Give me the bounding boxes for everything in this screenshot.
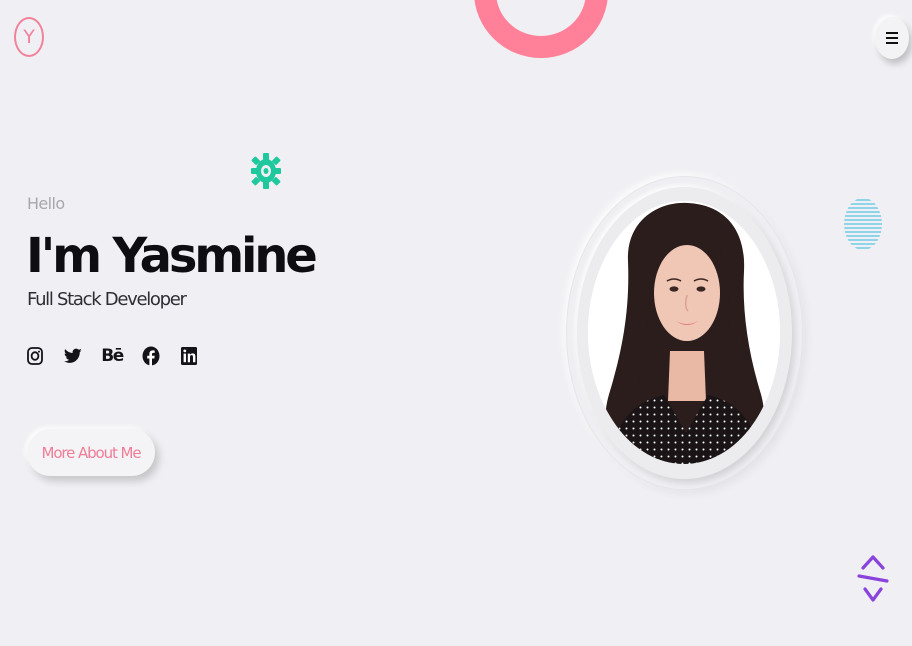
instagram-icon bbox=[27, 347, 43, 365]
behance-icon: Bē bbox=[101, 346, 124, 366]
green-gear-icon bbox=[251, 153, 281, 189]
up-down-arrows-icon[interactable] bbox=[856, 554, 890, 604]
greeting-text: Hello bbox=[27, 194, 65, 213]
facebook-link[interactable] bbox=[142, 345, 160, 367]
more-about-me-button[interactable]: More About Me bbox=[27, 429, 155, 476]
striped-circle-decoration bbox=[844, 199, 882, 249]
profile-portrait-frame bbox=[567, 177, 802, 489]
profile-photo bbox=[588, 201, 780, 464]
linkedin-icon bbox=[181, 347, 197, 365]
hamburger-menu-icon bbox=[886, 32, 898, 44]
portfolio-hero-page: Y Hello I'm Yasmine Full Stack Developer… bbox=[0, 0, 912, 646]
job-title: Full Stack Developer bbox=[27, 289, 187, 310]
page-title: I'm Yasmine bbox=[26, 228, 318, 284]
portrait-ring bbox=[577, 187, 792, 479]
instagram-link[interactable] bbox=[26, 345, 44, 367]
facebook-icon bbox=[142, 346, 160, 366]
menu-button[interactable] bbox=[875, 17, 909, 59]
twitter-link[interactable] bbox=[64, 345, 82, 367]
twitter-icon bbox=[64, 348, 82, 363]
logo-letter: Y bbox=[23, 26, 35, 48]
social-links: Bē bbox=[26, 345, 218, 367]
site-logo[interactable]: Y bbox=[14, 17, 44, 57]
behance-link[interactable]: Bē bbox=[101, 345, 124, 367]
linkedin-link[interactable] bbox=[180, 345, 198, 367]
pink-half-ring-decoration bbox=[474, 0, 608, 58]
